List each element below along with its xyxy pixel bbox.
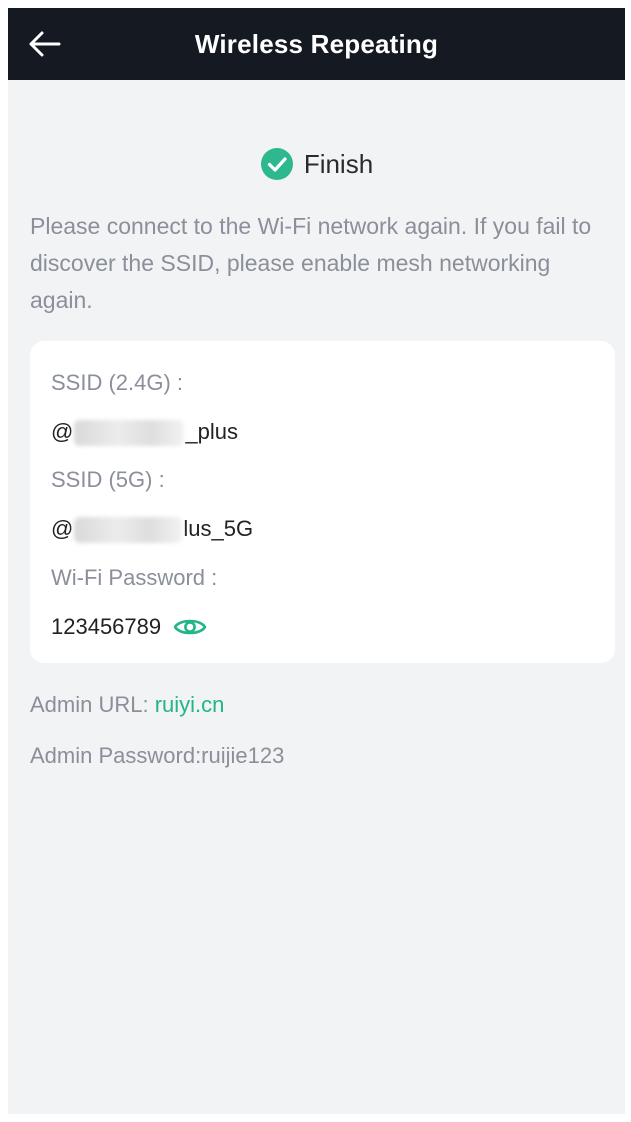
page-title: Wireless Repeating: [194, 29, 439, 59]
wifi-password-value: 123456789: [51, 612, 207, 642]
finish-label: Finish: [303, 148, 374, 179]
ssid-5g-suffix: lus_5G: [183, 516, 254, 541]
admin-url-link[interactable]: ruiyi.cn: [155, 692, 225, 717]
ssid-5g-prefix: @: [51, 516, 74, 541]
ssid-5g-value: @ lus_5G: [51, 514, 253, 544]
ssid-24g-value: @ _plus: [51, 417, 238, 447]
admin-password-line: Admin Password:ruijie123: [30, 743, 285, 768]
reconnect-message: Please connect to the Wi-Fi network agai…: [30, 213, 592, 313]
admin-url-line: Admin URL: ruiyi.cn: [30, 690, 224, 720]
app-frame: Wireless Repeating Finish Please connect…: [8, 8, 625, 1114]
ssid-5g-label: SSID (5G) :: [51, 467, 165, 492]
redacted-blur: [74, 517, 183, 544]
redacted-blur: [74, 420, 185, 447]
admin-url-label: Admin URL:: [30, 692, 155, 717]
eye-icon[interactable]: [173, 615, 207, 639]
ssid-24g-suffix: _plus: [185, 419, 238, 444]
ssid-24g-label: SSID (2.4G) :: [51, 370, 184, 395]
check-circle-icon: [260, 147, 294, 181]
wifi-password-label: Wi-Fi Password :: [51, 565, 218, 590]
wifi-info-card: SSID (2.4G) : @ _plus SSID (5G) : @ lus_5G…: [30, 341, 615, 663]
wifi-password-text: 123456789: [51, 614, 162, 639]
finish-status: Finish: [8, 146, 625, 182]
top-bar: Wireless Repeating: [8, 8, 625, 80]
ssid-24g-prefix: @: [51, 419, 74, 444]
